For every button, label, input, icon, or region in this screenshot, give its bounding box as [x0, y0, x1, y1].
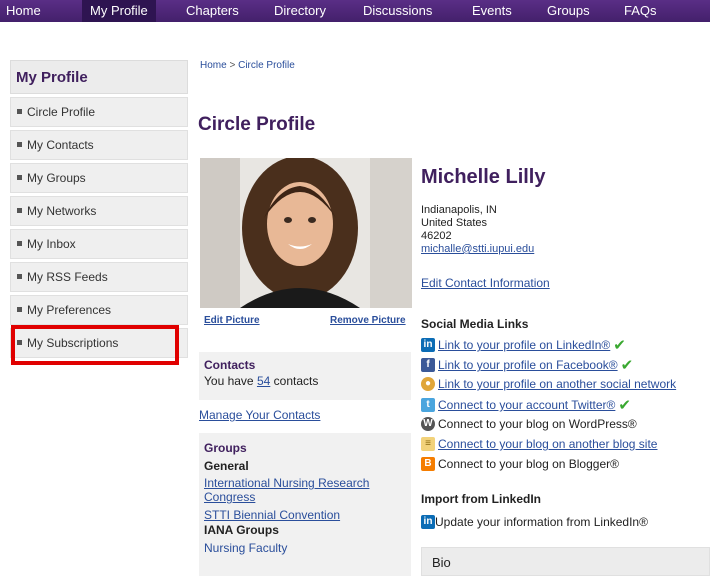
contacts-box: Contacts You have 54 contacts [199, 352, 411, 400]
group-link[interactable]: International Nursing Research Congress [204, 476, 394, 504]
nav-groups[interactable]: Groups [547, 3, 590, 18]
import-linkedin-title: Import from LinkedIn [421, 492, 541, 506]
bullet-icon [17, 175, 22, 181]
bullet-icon [17, 208, 22, 214]
import-linkedin-label[interactable]: Update your information from LinkedIn® [435, 515, 648, 529]
social-row-wordpress[interactable]: W Connect to your blog on WordPress® [421, 416, 676, 436]
sidebar-item-label: My Inbox [27, 237, 76, 251]
twitter-icon: t [421, 398, 435, 412]
import-linkedin-row[interactable]: in Update your information from LinkedIn® [421, 514, 648, 529]
checkmark-icon: ✔ [620, 357, 634, 374]
nav-directory[interactable]: Directory [274, 3, 326, 18]
groups-iana-label: IANA Groups [204, 523, 279, 537]
edit-picture-link[interactable]: Edit Picture [204, 315, 260, 326]
social-link-label[interactable]: Connect to your blog on Blogger® [438, 457, 619, 471]
breadcrumb-current[interactable]: Circle Profile [238, 60, 295, 71]
nav-discussions[interactable]: Discussions [363, 3, 432, 18]
profile-address: Indianapolis, IN United States 46202 mic… [421, 204, 534, 256]
social-link-label[interactable]: Link to your profile on LinkedIn® [438, 338, 610, 352]
bio-label: Bio [432, 555, 451, 570]
profile-photo [200, 158, 412, 308]
sidebar-item-label: Circle Profile [27, 105, 96, 119]
profile-city: Indianapolis, IN [421, 204, 497, 216]
contacts-suffix: contacts [270, 374, 319, 388]
social-row-blogger[interactable]: B Connect to your blog on Blogger® [421, 456, 676, 476]
profile-zip: 46202 [421, 230, 452, 242]
profile-email-link[interactable]: michalle@stti.iupui.edu [421, 243, 534, 256]
bio-section: Bio [421, 547, 710, 576]
social-row-facebook[interactable]: f Link to your profile on Facebook® ✔ [421, 356, 676, 376]
social-row-linkedin[interactable]: in Link to your profile on LinkedIn® ✔ [421, 336, 676, 356]
bullet-icon [17, 142, 22, 148]
sidebar-item-label: My Contacts [27, 138, 94, 152]
manage-contacts-link[interactable]: Manage Your Contacts [199, 408, 320, 422]
blog-icon: ≡ [421, 436, 435, 451]
sidebar-item-circle-profile[interactable]: Circle Profile [10, 97, 188, 127]
profile-name: Michelle Lilly [421, 166, 546, 188]
sidebar-item-my-preferences[interactable]: My Preferences [10, 295, 188, 325]
sidebar-item-my-inbox[interactable]: My Inbox [10, 229, 188, 259]
social-row-other-blog[interactable]: ≡ Connect to your blog on another blog si… [421, 436, 676, 456]
contacts-prefix: You have [204, 374, 257, 388]
nav-chapters[interactable]: Chapters [186, 3, 239, 18]
social-link-label[interactable]: Link to your profile on another social n… [438, 377, 676, 391]
sidebar-title: My Profile [10, 60, 188, 94]
group-link[interactable]: STTI Biennial Convention [204, 508, 411, 522]
bullet-icon [17, 274, 22, 280]
breadcrumb-separator: > [226, 60, 239, 71]
social-media-title: Social Media Links [421, 317, 529, 331]
bullet-icon [17, 241, 22, 247]
contacts-count-link[interactable]: 54 [257, 374, 270, 388]
top-navigation: Home My Profile Chapters Directory Discu… [0, 0, 710, 22]
nav-my-profile[interactable]: My Profile [82, 0, 156, 22]
remove-picture-link[interactable]: Remove Picture [330, 315, 406, 326]
sidebar-item-label: My Networks [27, 204, 97, 218]
social-row-other-network[interactable]: ● Link to your profile on another social … [421, 376, 676, 396]
linkedin-icon: in [421, 514, 435, 529]
social-media-list: in Link to your profile on LinkedIn® ✔ f Li… [421, 336, 676, 476]
sidebar: My Profile Circle Profile My Contacts My… [10, 60, 188, 358]
groups-general-label: General [204, 459, 249, 473]
bullet-icon [17, 307, 22, 313]
groups-box: Groups General International Nursing Res… [199, 433, 411, 576]
bullet-icon [17, 109, 22, 115]
nav-events[interactable]: Events [472, 3, 512, 18]
sidebar-item-my-contacts[interactable]: My Contacts [10, 130, 188, 160]
checkmark-icon: ✔ [613, 337, 626, 354]
sidebar-item-label: My Groups [27, 171, 86, 185]
social-link-label[interactable]: Connect to your blog on WordPress® [438, 417, 637, 431]
breadcrumb-home[interactable]: Home [200, 60, 227, 71]
nav-home[interactable]: Home [6, 3, 41, 18]
profile-country: United States [421, 217, 488, 229]
page-title: Circle Profile [198, 114, 316, 135]
sidebar-item-label: My RSS Feeds [27, 270, 108, 284]
sidebar-item-label: My Preferences [27, 303, 112, 317]
contacts-count-line: You have 54 contacts [204, 374, 411, 388]
linkedin-icon: in [421, 338, 435, 352]
social-network-icon: ● [421, 376, 435, 391]
blogger-icon: B [421, 456, 435, 471]
sidebar-item-my-networks[interactable]: My Networks [10, 196, 188, 226]
facebook-icon: f [421, 358, 435, 372]
sidebar-item-my-groups[interactable]: My Groups [10, 163, 188, 193]
group-link[interactable]: Nursing Faculty [204, 541, 411, 555]
nav-faqs[interactable]: FAQs [624, 3, 657, 18]
groups-title: Groups [204, 441, 247, 455]
breadcrumb: Home > Circle Profile [200, 60, 295, 71]
social-row-twitter[interactable]: t Connect to your account Twitter® ✔ [421, 396, 676, 416]
edit-contact-link[interactable]: Edit Contact Information [421, 276, 550, 290]
social-link-label[interactable]: Link to your profile on Facebook® [438, 358, 618, 372]
highlight-box [11, 325, 179, 365]
social-link-label[interactable]: Connect to your account Twitter® [438, 398, 615, 412]
social-link-label[interactable]: Connect to your blog on another blog sit… [438, 437, 657, 451]
sidebar-item-my-rss-feeds[interactable]: My RSS Feeds [10, 262, 188, 292]
wordpress-icon: W [421, 416, 435, 431]
contacts-title: Contacts [204, 358, 256, 372]
checkmark-icon: ✔ [618, 397, 631, 414]
profile-photo-image [200, 158, 412, 308]
